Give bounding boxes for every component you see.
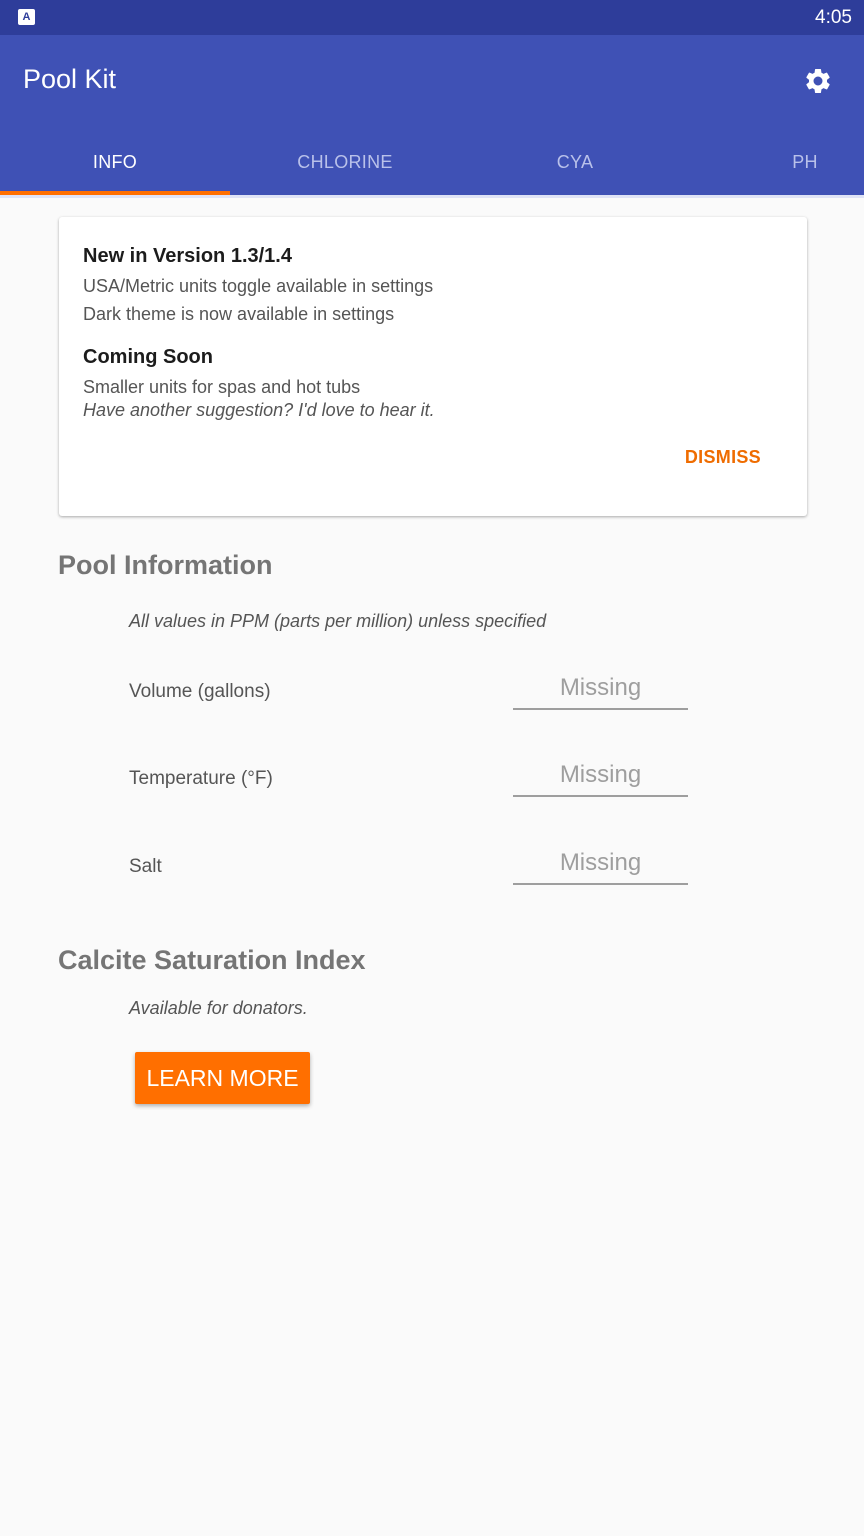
tab-chlorine[interactable]: CHLORINE	[230, 130, 460, 195]
new-version-heading: New in Version 1.3/1.4	[83, 245, 292, 267]
new-item-dark-theme: Dark theme is now available in settings	[83, 304, 395, 324]
gear-icon	[806, 68, 830, 93]
app-title: Pool Kit	[23, 64, 117, 94]
notification-app-icon: A	[18, 9, 35, 25]
volume-label: Volume (gallons)	[129, 681, 271, 702]
suggestion-text: Have another suggestion? I'd love to hea…	[83, 400, 435, 420]
volume-input[interactable]: Missing	[513, 670, 688, 710]
temperature-label: Temperature (°F)	[129, 768, 273, 789]
csi-title: Calcite Saturation Index	[58, 945, 366, 975]
pool-info-note: All values in PPM (parts per million) un…	[129, 611, 547, 631]
tab-info[interactable]: INFO	[0, 130, 230, 195]
tab-divider	[0, 195, 864, 198]
notification-app-icon-letter: A	[22, 11, 31, 23]
new-item-units: USA/Metric units toggle available in set…	[83, 276, 434, 296]
salt-input[interactable]: Missing	[513, 845, 688, 885]
temperature-input[interactable]: Missing	[513, 757, 688, 797]
coming-soon-heading: Coming Soon	[83, 346, 213, 368]
status-bar: A 4:05	[0, 0, 864, 35]
announcement-card: New in Version 1.3/1.4 USA/Metric units …	[59, 217, 807, 516]
salt-label: Salt	[129, 856, 162, 877]
tab-bar: INFO CHLORINE CYA PH	[0, 130, 864, 195]
dismiss-button[interactable]: DISMISS	[685, 447, 761, 468]
app-bar: Pool Kit INFO CHLORINE CYA PH	[0, 35, 864, 195]
status-time: 4:05	[815, 7, 852, 28]
tab-cya[interactable]: CYA	[460, 130, 690, 195]
tab-ph[interactable]: PH	[690, 130, 864, 195]
settings-button[interactable]	[800, 63, 836, 99]
coming-soon-item: Smaller units for spas and hot tubs	[83, 377, 361, 397]
learn-more-button[interactable]: LEARN MORE	[135, 1052, 310, 1104]
pool-info-title: Pool Information	[58, 550, 273, 580]
csi-note: Available for donators.	[129, 998, 308, 1018]
